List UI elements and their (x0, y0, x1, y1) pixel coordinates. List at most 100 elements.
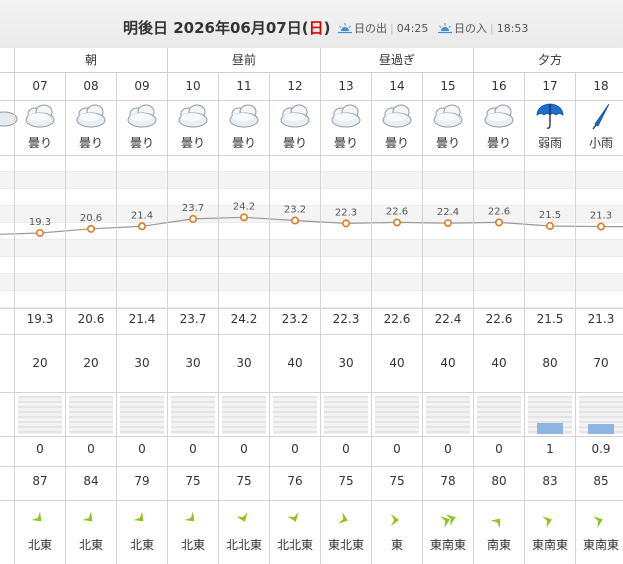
precip-amount: 0 (444, 442, 452, 456)
wind-arrow-icon (440, 514, 456, 528)
humidity-value: 84 (83, 474, 99, 488)
hour-column: 07 曇り 19.3 20 0 87 北東 (14, 72, 65, 564)
cloud-icon (484, 104, 514, 128)
wind-arrow-icon (391, 514, 399, 526)
weather-label: 曇り (129, 136, 154, 150)
hour-column: 08 曇り 20.6 20 0 84 北東 (65, 72, 116, 564)
wind-arrow-icon (287, 512, 299, 522)
precip-bar-area (426, 396, 470, 434)
precip-probability: 30 (236, 356, 252, 370)
precip-bar-area (18, 396, 62, 434)
wind-arrow-icon (490, 518, 501, 529)
hour-label: 15 (440, 79, 456, 93)
humidity-value: 80 (491, 474, 507, 488)
sunrise-info: 日の出 | 04:25 (338, 20, 428, 36)
hour-label: 17 (542, 79, 558, 93)
wind-direction: 南東 (486, 538, 511, 552)
precip-probability: 40 (287, 356, 303, 370)
precip-amount: 0.9 (591, 442, 611, 456)
humidity-value: 75 (236, 474, 252, 488)
wind-arrow-icon (184, 511, 195, 522)
hour-column: 11 曇り 24.2 30 0 75 北北東 (218, 72, 269, 564)
wind-direction: 東 (390, 538, 403, 552)
hour-label: 18 (593, 79, 609, 93)
hour-label: 13 (338, 79, 354, 93)
period-evening: 夕方 (473, 48, 623, 72)
hour-label: 16 (491, 79, 507, 93)
precip-bar-area (324, 396, 368, 434)
hour-column: 16 曇り 22.6 40 0 80 南東 (473, 72, 524, 564)
hour-label: 11 (236, 79, 252, 93)
precip-amount: 0 (240, 442, 248, 456)
cloud-icon (433, 104, 463, 128)
cloud-icon (76, 104, 106, 128)
partial-column: 0 東 (0, 72, 18, 564)
temperature-value: 22.3 (332, 312, 360, 326)
precip-bar-area (375, 396, 419, 434)
humidity-value: 75 (185, 474, 201, 488)
temperature-value: 22.4 (434, 312, 462, 326)
humidity-value: 76 (287, 474, 303, 488)
precip-probability: 80 (542, 356, 558, 370)
precip-bar-area (273, 396, 317, 434)
precip-probability: 30 (185, 356, 201, 370)
precip-probability: 70 (593, 356, 609, 370)
wind-direction: 北北東 (276, 538, 313, 552)
wind-direction: 東南東 (582, 538, 619, 552)
weather-label: 曇り (333, 136, 358, 150)
cloud-icon (127, 104, 157, 128)
precip-probability: 30 (134, 356, 150, 370)
forecast-header: 明後日 2026年06月07日(日) 日の出 | 04:25 日の入 | 18:53 (0, 0, 623, 49)
precip-bar-area (171, 396, 215, 434)
precip-bar-area (579, 396, 623, 434)
wind-direction: 北東 (27, 538, 52, 552)
precip-amount: 0 (495, 442, 503, 456)
humidity-value: 87 (32, 474, 48, 488)
cloud-icon (331, 104, 361, 128)
temperature-value: 23.2 (281, 312, 309, 326)
weather-label: 曇り (486, 136, 511, 150)
wind-direction: 東南東 (429, 538, 466, 552)
precip-amount: 0 (138, 442, 146, 456)
precip-probability: 20 (32, 356, 48, 370)
wind-arrow-icon (236, 512, 248, 522)
umbrella-icon (536, 103, 564, 129)
hour-column: 10 曇り 23.7 30 0 75 北東 (167, 72, 218, 564)
weather-label: 曇り (435, 136, 460, 150)
hour-label: 09 (134, 79, 150, 93)
hour-column: 09 曇り 21.4 30 0 79 北東 (116, 72, 167, 564)
wind-direction: 東南東 (531, 538, 568, 552)
temperature-value: 19.3 (26, 312, 54, 326)
weather-label: 曇り (282, 136, 307, 150)
precip-bar-area (120, 396, 164, 434)
humidity-value: 85 (593, 474, 609, 488)
wind-direction: 北北東 (225, 538, 262, 552)
temperature-value: 24.2 (230, 312, 258, 326)
cloud-icon (178, 104, 208, 128)
precip-probability: 40 (440, 356, 456, 370)
wind-direction: 北東 (180, 538, 205, 552)
precip-bar-area (222, 396, 266, 434)
wind-arrow-icon (82, 511, 93, 522)
temperature-value: 21.3 (587, 312, 615, 326)
precip-probability: 30 (338, 356, 354, 370)
temperature-value: 22.6 (383, 312, 411, 326)
temperature-value: 20.6 (77, 312, 105, 326)
humidity-value: 75 (389, 474, 405, 488)
precip-bar (537, 423, 563, 434)
precip-amount: 1 (546, 442, 554, 456)
sunset-info: 日の入 | 18:53 (438, 20, 528, 36)
temperature-value: 21.4 (128, 312, 156, 326)
hour-label: 14 (389, 79, 405, 93)
hour-label: 08 (83, 79, 99, 93)
weather-label: 小雨 (588, 136, 613, 150)
period-late-morning: 昼前 (167, 48, 320, 72)
wind-arrow-icon (542, 516, 552, 528)
precip-bar-area (528, 396, 572, 434)
hour-column: 15 曇り 22.4 40 0 78 東南東 (422, 72, 473, 564)
hour-column: 18 小雨 21.3 70 0.9 85 東南東 (575, 72, 623, 564)
cloud-icon (382, 104, 412, 128)
weather-label: 弱雨 (537, 136, 562, 150)
hour-label: 12 (287, 79, 303, 93)
hour-label: 07 (32, 79, 48, 93)
